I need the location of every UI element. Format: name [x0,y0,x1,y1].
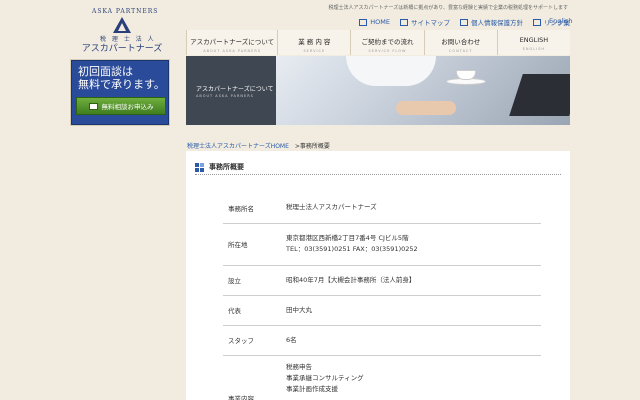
sitemap-icon [400,18,408,26]
section-heading: 事務所概要 [195,160,561,175]
table-row: 所在地 東京都港区西新橋2丁目7番4号 CJビル5階 TEL：03(3591)0… [223,223,541,266]
nav-item-contact[interactable]: お問い合わせ CONTACT [423,30,497,55]
row-value: 東京都港区西新橋2丁目7番4号 CJビル5階 TEL：03(3591)0251 … [286,223,541,266]
utility-links: HOME サイトマップ 個人情報保護方針 リンク集 [359,17,570,27]
nav-label: ENGLISH [519,36,549,44]
mail-icon [88,102,98,110]
util-label: HOME [370,18,390,26]
laptop-icon [509,74,570,116]
row-value: 税務申告 事業承継コンサルティング 事業計画作成支援 [286,355,541,400]
value-line: 東京都港区西新橋2丁目7番4号 CJビル5階 [286,234,409,242]
nav-label: ご契約までの流れ [361,38,414,46]
table-row: 代表 田中大丸 [223,295,541,326]
hero-banner: アスカパートナーズについて ABOUT ASKA PARNERS [186,56,570,125]
nav-label: 業 務 内 容 [298,38,331,46]
photo-shirt [346,56,436,86]
consult-button[interactable]: 無料相談お申込み [76,97,166,115]
breadcrumb-current: >事務所概要 [294,143,330,150]
grid-square-icon [195,162,204,172]
home-icon [359,18,368,26]
row-value: 昭和40年7月【大槻会計事務所（法人前身】 [286,265,541,296]
hero-photo [276,56,570,125]
logo-name: アスカパートナーズ [81,44,163,54]
nav-label-en: SERVICE FLOW [368,49,407,53]
value-line: 税務申告 [286,362,312,371]
util-link-home[interactable]: HOME [359,17,390,27]
hero-title: アスカパートナーズについて [196,86,274,93]
person-icon [460,18,468,26]
office-info-table: 事務所名 税理士法人アスカパートナーズ 所在地 東京都港区西新橋2丁目7番4号 … [223,193,541,400]
nav-item-about[interactable]: アスカパートナーズについて ABOUT ASKA PARNERS [186,30,278,55]
logo-mark-inner [118,23,126,31]
link-icon [533,18,541,26]
nav-label: アスカパートナーズについて [190,38,275,46]
main-content: 事務所概要 事務所名 税理士法人アスカパートナーズ 所在地 東京都港区西新橋2丁… [186,151,570,400]
nav-item-english[interactable]: ENGLISH ENGLISH [496,30,570,55]
free-consult-banner[interactable]: 初回面談は 無料で承ります。 無料相談お申込み [71,60,169,125]
hero-title-panel: アスカパートナーズについて ABOUT ASKA PARNERS [186,56,276,125]
row-value: 田中大丸 [286,295,541,326]
banner-line: 無料で承ります。 [78,78,165,91]
value-line: TEL：03(3591)0251 FAX：03(3591)0252 [286,245,418,253]
hero-subtitle: ABOUT ASKA PARNERS [196,94,254,98]
global-nav: アスカパートナーズについて ABOUT ASKA PARNERS 業 務 内 容… [186,30,570,55]
header-tagline: 税理士法人アスカパートナーズは新橋に拠点があり、豊富な経験と実績で企業の税務処理… [328,5,568,11]
banner-text: 初回面談は 無料で承ります。 [78,65,165,91]
nav-item-service[interactable]: 業 務 内 容 SERVICE [277,30,351,55]
value-line: 昭和40年7月【大槻会計事務所（法人前身】 [286,275,416,284]
english-link[interactable]: English [549,17,572,25]
breadcrumb-home-link[interactable]: 税理士法人アスカパートナーズHOME [187,143,289,150]
row-label: 代表 [223,295,286,326]
row-label: 事業内容 [223,355,286,400]
row-label: スタッフ [223,325,286,356]
site-logo[interactable]: ASKA PARTNERS 税 理 士 法 人 アスカパートナーズ [80,8,164,54]
table-row: スタッフ 6名 [223,325,541,356]
nav-label-en: CONTACT [448,49,473,53]
value-line: 税理士法人アスカパートナーズ [286,203,377,212]
value-line: 6名 [286,335,297,344]
util-link-sitemap[interactable]: サイトマップ [400,17,450,27]
banner-line: 初回面談は [78,65,133,78]
value-line: 事業承継コンサルティング [286,373,364,382]
row-label: 事務所名 [223,193,286,224]
breadcrumb: 税理士法人アスカパートナーズHOME >事務所概要 [187,141,330,150]
consult-button-label: 無料相談お申込み [101,103,154,111]
nav-item-flow[interactable]: ご契約までの流れ SERVICE FLOW [350,30,424,55]
row-value: 税理士法人アスカパートナーズ [286,193,541,224]
table-row: 事務所名 税理士法人アスカパートナーズ [223,193,541,224]
nav-label-en: ABOUT ASKA PARNERS [203,49,262,53]
row-label: 所在地 [223,223,286,266]
logo-arc-text: ASKA PARTNERS [92,8,159,15]
nav-label: お問い合わせ [441,38,481,46]
util-label: 個人情報保護方針 [471,19,523,27]
util-link-privacy[interactable]: 個人情報保護方針 [460,17,523,27]
row-label: 設立 [223,265,286,296]
nav-label-en: SERVICE [303,49,326,53]
row-value: 6名 [286,325,541,356]
table-row: 設立 昭和40年7月【大槻会計事務所（法人前身】 [223,265,541,296]
value-line: 田中大丸 [286,305,312,314]
value-line: 事業計画作成支援 [286,384,338,393]
nav-label-en: ENGLISH [522,47,546,51]
table-row: 事業内容 税務申告 事業承継コンサルティング 事業計画作成支援 [223,355,541,400]
util-label: サイトマップ [411,19,450,27]
section-title: 事務所概要 [209,163,244,171]
photo-hand [396,101,456,115]
